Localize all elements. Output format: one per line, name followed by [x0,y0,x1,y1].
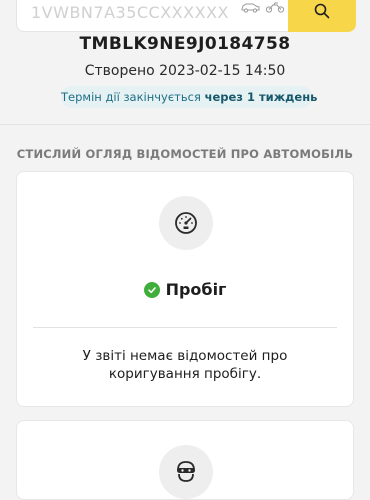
vehicle-type-icons [241,2,285,13]
search-icon [314,3,330,19]
thief-icon [177,461,195,482]
top-search-bar: 1VWBN7A35CCXXXXXX [0,0,370,34]
mileage-heading: Пробіг [17,280,353,299]
check-circle-icon [143,281,160,298]
created-date: Створено 2023-02-15 14:50 [84,63,286,79]
theft-card [16,420,354,500]
car-icon[interactable] [241,3,260,13]
expiry-value: через 1 тиждень [204,90,318,104]
search-input-value: 1VWBN7A35CCXXXXXX [31,3,229,22]
expiry-prefix: Термін дії закінчується [61,90,201,104]
expiry-badge: Термін дії закінчується через 1 тиждень [61,86,317,108]
mileage-description: У звіті немає відомостей про коригування… [82,348,288,382]
section-divider [0,124,370,125]
overview-section-title: СТИСЛИЙ ОГЛЯД ВІДОМОСТЕЙ ПРО АВТОМОБІЛЬ [16,147,354,161]
speedometer-icon [175,212,197,234]
card-divider [33,327,337,328]
mileage-title: Пробіг [165,280,227,299]
motorcycle-icon[interactable] [265,2,285,13]
vin-search-input[interactable]: 1VWBN7A35CCXXXXXX [16,0,288,32]
mileage-card: Пробіг У звіті немає відомостей про кори… [16,171,354,407]
mileage-icon-circle [159,196,213,250]
theft-icon-circle [159,445,213,499]
vin-number: TMBLK9NE9J0184758 [79,34,291,54]
search-button[interactable] [288,0,356,32]
